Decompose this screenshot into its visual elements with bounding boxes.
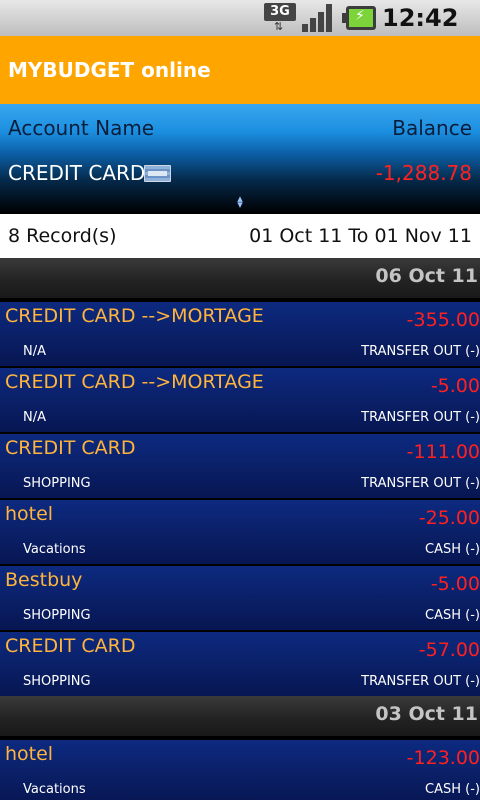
app-title: MYBUDGET online bbox=[8, 58, 211, 82]
network-3g-icon: 3G ⇅ bbox=[264, 3, 296, 33]
transaction-name: CREDIT CARD bbox=[5, 437, 136, 459]
transaction-row[interactable]: CREDIT CARD -111.00 SHOPPING TRANSFER OU… bbox=[0, 432, 480, 498]
transaction-name: CREDIT CARD -->MORTAGE bbox=[5, 305, 264, 327]
balance-label: Balance bbox=[392, 116, 472, 140]
transaction-type: TRANSFER OUT (-) bbox=[361, 476, 480, 491]
transaction-amount: -5.00 bbox=[430, 375, 480, 397]
account-name-label: Account Name bbox=[8, 116, 155, 140]
transaction-name: Bestbuy bbox=[5, 569, 83, 591]
transaction-name: CREDIT CARD -->MORTAGE bbox=[5, 371, 264, 393]
credit-card-icon bbox=[144, 165, 171, 182]
transaction-row[interactable]: CREDIT CARD -->MORTAGE -5.00 N/A TRANSFE… bbox=[0, 366, 480, 432]
transaction-category: SHOPPING bbox=[23, 608, 91, 623]
transaction-category: N/A bbox=[23, 410, 46, 425]
expand-collapse-icon[interactable]: ▴ ▾ bbox=[232, 193, 248, 212]
transaction-amount: -111.00 bbox=[406, 441, 480, 463]
date-range[interactable]: 01 Oct 11 To 01 Nov 11 bbox=[249, 225, 472, 247]
record-count: 8 Record(s) bbox=[8, 225, 117, 247]
transaction-amount: -25.00 bbox=[418, 507, 480, 529]
transaction-row[interactable]: hotel -25.00 Vacations CASH (-) bbox=[0, 498, 480, 564]
network-type: 3G bbox=[264, 3, 296, 21]
account-name: CREDIT CARD bbox=[8, 161, 146, 185]
transaction-row[interactable]: CREDIT CARD -57.00 SHOPPING TRANSFER OUT… bbox=[0, 630, 480, 696]
record-summary-bar: 8 Record(s) 01 Oct 11 To 01 Nov 11 bbox=[0, 214, 480, 258]
transaction-amount: -355.00 bbox=[406, 309, 480, 331]
signal-icon bbox=[302, 4, 336, 32]
transaction-list[interactable]: 06 Oct 11 CREDIT CARD -->MORTAGE -355.00… bbox=[0, 258, 480, 800]
clock-time: 12:42 bbox=[382, 4, 459, 32]
transaction-type: CASH (-) bbox=[425, 782, 480, 797]
transaction-name: hotel bbox=[5, 503, 54, 525]
status-bar: 3G ⇅ ⚡ 12:42 AM bbox=[0, 0, 480, 62]
data-arrows-icon: ⇅ bbox=[274, 20, 284, 33]
transaction-category: Vacations bbox=[23, 542, 86, 557]
transaction-amount: -57.00 bbox=[418, 639, 480, 661]
transaction-type: CASH (-) bbox=[425, 608, 480, 623]
account-header[interactable]: Account Name Balance CREDIT CARD -1,288.… bbox=[0, 104, 480, 214]
transaction-type: CASH (-) bbox=[425, 542, 480, 557]
transaction-amount: -123.00 bbox=[406, 747, 480, 769]
date-group-header: 06 Oct 11 bbox=[0, 258, 480, 300]
app-title-bar: MYBUDGET online bbox=[0, 36, 480, 104]
date-group-label: 06 Oct 11 bbox=[375, 265, 478, 287]
transaction-category: SHOPPING bbox=[23, 674, 91, 689]
battery-charging-icon: ⚡ bbox=[342, 6, 376, 30]
transaction-type: TRANSFER OUT (-) bbox=[361, 674, 480, 689]
transaction-category: Vacations bbox=[23, 782, 86, 797]
transaction-type: TRANSFER OUT (-) bbox=[361, 410, 480, 425]
transaction-category: N/A bbox=[23, 344, 46, 359]
transaction-name: hotel bbox=[5, 743, 54, 765]
transaction-row[interactable]: CREDIT CARD -->MORTAGE -355.00 N/A TRANS… bbox=[0, 300, 480, 366]
transaction-row[interactable]: Bestbuy -5.00 SHOPPING CASH (-) bbox=[0, 564, 480, 630]
transaction-category: SHOPPING bbox=[23, 476, 91, 491]
transaction-type: TRANSFER OUT (-) bbox=[361, 344, 480, 359]
date-group-header: 03 Oct 11 bbox=[0, 696, 480, 738]
account-balance: -1,288.78 bbox=[375, 161, 472, 185]
transaction-name: CREDIT CARD bbox=[5, 635, 136, 657]
date-group-label: 03 Oct 11 bbox=[375, 703, 478, 725]
transaction-amount: -5.00 bbox=[430, 573, 480, 595]
transaction-row[interactable]: hotel -123.00 Vacations CASH (-) bbox=[0, 738, 480, 800]
